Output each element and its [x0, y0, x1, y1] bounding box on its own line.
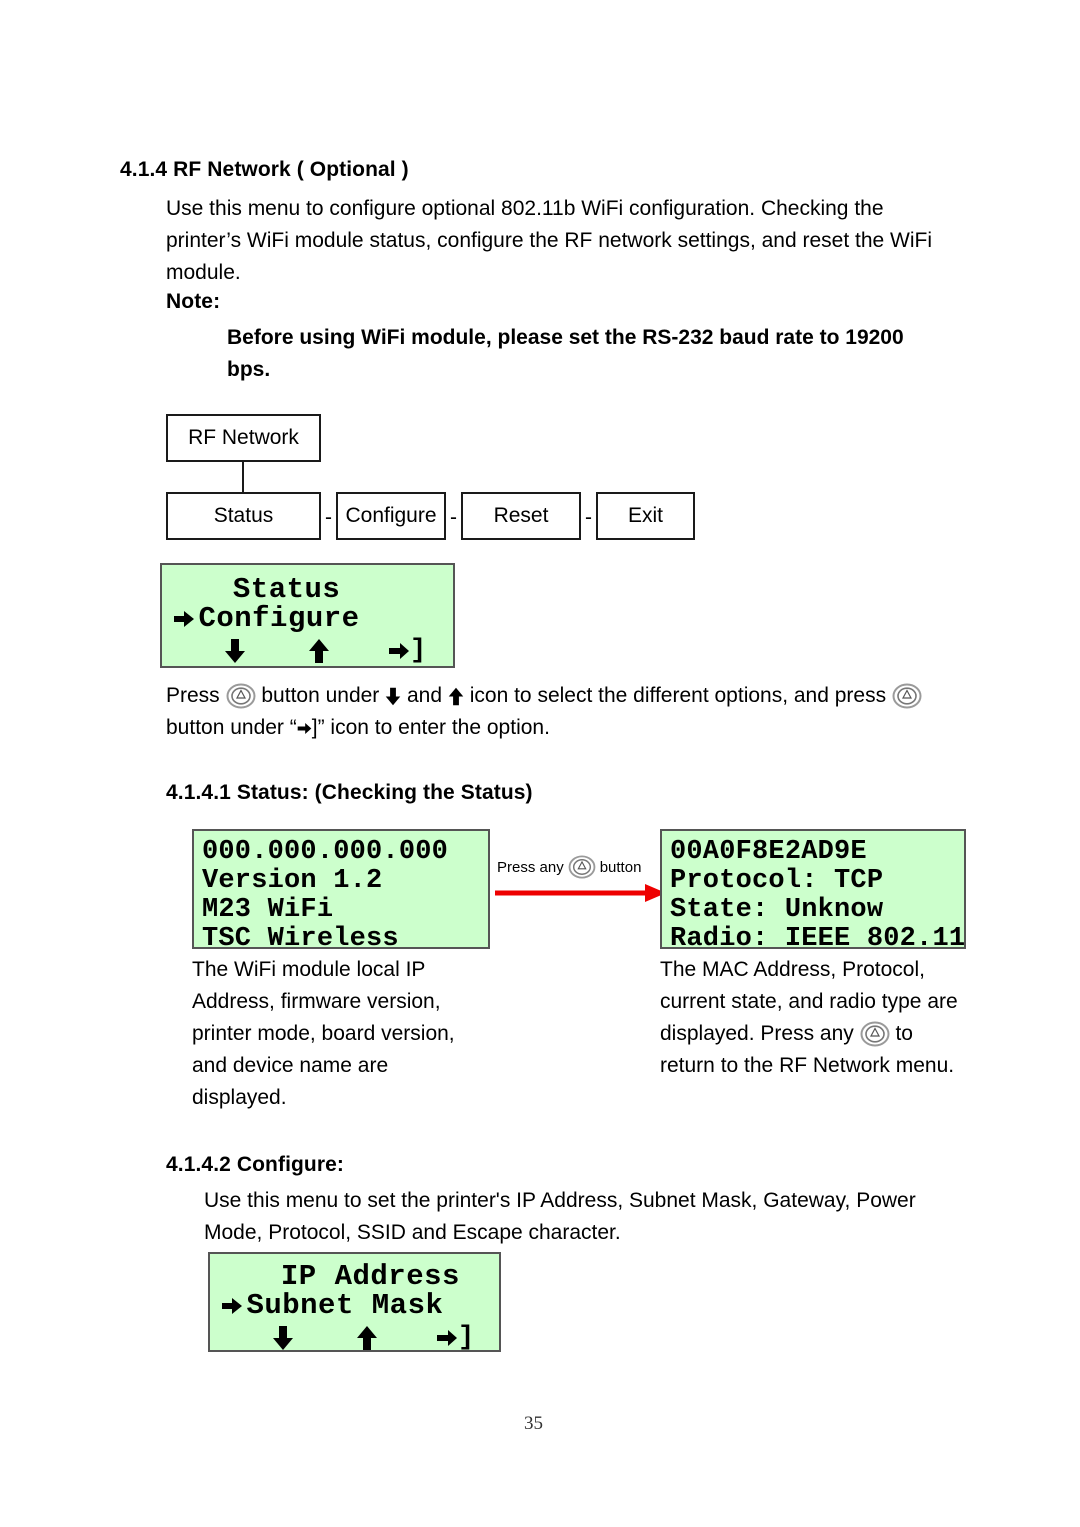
- selection-right-arrow-icon: [174, 610, 195, 627]
- section-heading-4-1-4-1: 4.1.4.1 Status: (Checking the Status): [166, 781, 533, 804]
- page-number: 35: [524, 1413, 543, 1434]
- lcd-line-status: Status: [232, 573, 341, 606]
- lcd-panel-status-page-1: 000.000.000.000 Version 1.2 M23 WiFi TSC…: [192, 829, 490, 949]
- lcd-line-configure: Configure: [172, 604, 443, 638]
- panel-button-icon: [226, 683, 256, 709]
- enter-arrow-icon: [297, 722, 312, 734]
- flowchart-separator-1: -: [325, 506, 332, 529]
- lcd-line-ip-address: IP Address: [280, 1260, 460, 1293]
- flowchart-box-configure: Configure: [336, 492, 446, 540]
- press-any-button-callout: Press any button: [497, 855, 641, 879]
- enter-arrow-icon: [437, 1330, 457, 1346]
- selection-right-arrow-icon: [222, 1297, 243, 1314]
- lcd-line-subnet-mask: Subnet Mask: [220, 1291, 489, 1325]
- up-arrow-icon: [357, 1326, 377, 1350]
- panel-button-icon: [860, 1021, 890, 1047]
- lcd-status-right-line-3: State: Unknow: [670, 895, 884, 925]
- instruction-part-5: button under “: [166, 716, 297, 739]
- section-heading-4-1-4-2: 4.1.4.2 Configure:: [166, 1153, 345, 1176]
- down-arrow-icon: [385, 687, 401, 706]
- flowchart-separator-2: -: [450, 506, 457, 529]
- flowchart-label-reset: Reset: [493, 504, 549, 527]
- caption-status-right: The MAC Address, Protocol, current state…: [660, 954, 960, 1082]
- panel-button-icon: [568, 855, 596, 879]
- flowchart-label-configure: Configure: [345, 504, 437, 527]
- note-label: Note:: [166, 290, 221, 313]
- flowchart-box-reset: Reset: [461, 492, 581, 540]
- flowchart-box-exit: Exit: [596, 492, 695, 540]
- button-instruction-paragraph: Press button under and icon to select th…: [166, 680, 966, 744]
- panel-button-icon: [892, 683, 922, 709]
- lcd-panel-status-page-2: 00A0F8E2AD9E Protocol: TCP State: Unknow…: [660, 829, 966, 949]
- down-arrow-icon: [225, 639, 245, 663]
- configure-body-paragraph: Use this menu to set the printer's IP Ad…: [204, 1189, 916, 1244]
- lcd-status-right-line-1: 00A0F8E2AD9E: [670, 837, 867, 867]
- instruction-part-2: button under: [261, 684, 380, 707]
- document-page: 4.1.4 RF Network ( Optional ) Use this m…: [0, 0, 1080, 1527]
- caption-status-right-part-1: The MAC Address, Protocol, current state…: [660, 958, 958, 1045]
- up-arrow-icon: [448, 687, 464, 706]
- down-arrow-icon: [273, 1326, 293, 1350]
- lcd-panel-configure-menu: IP Address Subnet Mask ]: [208, 1252, 501, 1352]
- flowchart-root-box: RF Network: [166, 414, 321, 462]
- instruction-part-1: Press: [166, 684, 220, 707]
- section-intro-paragraph: Use this menu to configure optional 802.…: [166, 197, 933, 284]
- lcd-panel-rf-network-menu: Status Configure ]: [160, 563, 455, 668]
- lcd-line-subnet-mask-label: Subnet Mask: [246, 1289, 444, 1322]
- callout-suffix: button: [599, 858, 642, 876]
- lcd-status-left-line-4: TSC Wireless: [202, 924, 399, 949]
- section-heading-4-1-4: 4.1.4 RF Network ( Optional ): [120, 158, 409, 181]
- flowchart-label-status: Status: [213, 504, 274, 527]
- instruction-part-6: ” icon to enter the option.: [317, 716, 550, 739]
- lcd-status-left-line-1: 000.000.000.000: [202, 837, 449, 867]
- enter-arrow-icon: [389, 643, 409, 659]
- lcd-status-right-line-4: Radio: IEEE 802.11b: [670, 924, 966, 949]
- lcd-status-right-line-2: Protocol: TCP: [670, 866, 884, 896]
- lcd-status-left-line-3: M23 WiFi: [202, 895, 334, 925]
- flowchart-separator-3: -: [585, 506, 592, 529]
- flowchart-root-label: RF Network: [188, 426, 299, 449]
- lcd-icon-row: ]: [220, 1322, 489, 1352]
- up-arrow-icon: [309, 639, 329, 663]
- flowchart-label-exit: Exit: [627, 504, 663, 527]
- flowchart-box-status: Status: [166, 492, 321, 540]
- instruction-part-3: and: [407, 684, 443, 707]
- caption-status-left: The WiFi module local IP Address, firmwa…: [192, 958, 455, 1109]
- instruction-part-4: icon to select the different options, an…: [469, 684, 887, 707]
- lcd-line-configure-label: Configure: [198, 602, 360, 635]
- flowchart-connector: [242, 462, 244, 492]
- transition-red-arrow-icon: [495, 884, 666, 902]
- lcd-enter-bracket: ]: [410, 635, 427, 666]
- note-text: Before using WiFi module, please set the…: [227, 326, 904, 381]
- callout-prefix: Press any: [497, 858, 564, 876]
- lcd-enter-bracket: ]: [458, 1322, 475, 1352]
- lcd-status-left-line-2: Version 1.2: [202, 866, 383, 896]
- lcd-icon-row: ]: [172, 635, 443, 666]
